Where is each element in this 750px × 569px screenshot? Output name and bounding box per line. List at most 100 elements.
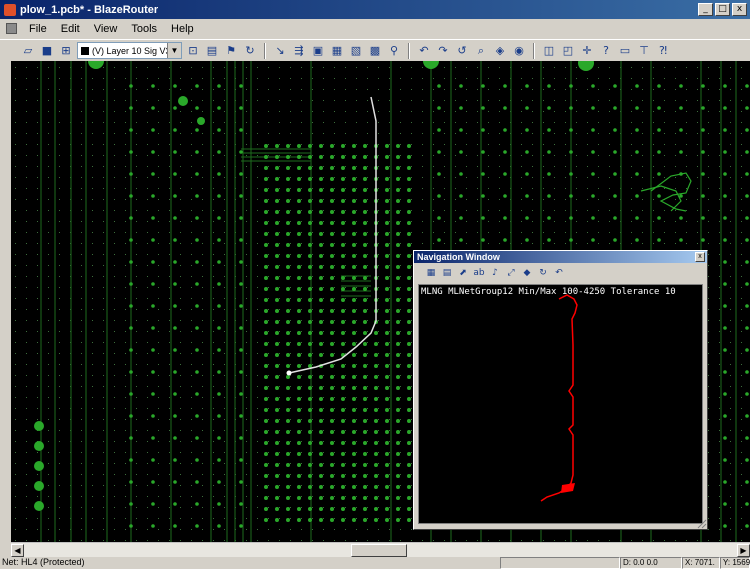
pcb-via [723, 304, 727, 308]
pcb-via [613, 238, 617, 242]
grid-dot [411, 463, 412, 464]
pcb-via [352, 144, 356, 148]
grid-dot [367, 287, 368, 288]
restore-button[interactable]: □ [715, 3, 730, 16]
route-icon[interactable]: ↘ [272, 43, 288, 59]
grid-dot [334, 507, 335, 508]
open-folder-icon[interactable]: ▱ [20, 43, 36, 59]
grid-dot [367, 408, 368, 409]
grid-dot [103, 188, 104, 189]
grid-dot [224, 188, 225, 189]
view-icon[interactable]: ◉ [511, 43, 527, 59]
nav-board-icon[interactable]: ▦ [424, 266, 438, 280]
grid-dot [466, 540, 467, 541]
resize-grip-icon[interactable] [695, 517, 707, 529]
redo-icon[interactable]: ↷ [435, 43, 451, 59]
grid-dot [708, 529, 709, 530]
pcb-via [297, 144, 301, 148]
fanout-icon[interactable]: ⇶ [291, 43, 307, 59]
navigation-window[interactable]: Navigation Window x ▦ ▤ ⬈ ab ♪ ⤢ ◆ ↻ ↶ M… [413, 250, 708, 530]
menu-view[interactable]: View [89, 21, 123, 37]
zoom-fit-icon[interactable]: ◈ [492, 43, 508, 59]
pcb-via [286, 474, 290, 478]
undo-icon[interactable]: ↶ [416, 43, 432, 59]
grid-dot [224, 265, 225, 266]
grid-dot [697, 100, 698, 101]
grid-dot [367, 89, 368, 90]
panel-icon[interactable]: ▭ [617, 43, 633, 59]
layer-properties-icon[interactable]: ⊡ [185, 43, 201, 59]
grid-dot [191, 265, 192, 266]
grid-dot [15, 331, 16, 332]
grid-dot [609, 67, 610, 68]
scroll-right-icon[interactable]: ▶ [737, 544, 750, 557]
grid-dot [334, 188, 335, 189]
menu-tools[interactable]: Tools [126, 21, 162, 37]
grid-dot [367, 518, 368, 519]
nav-route-icon[interactable]: ⬈ [456, 266, 470, 280]
report-icon[interactable]: ▧ [348, 43, 364, 59]
horizontal-scrollbar[interactable]: ◀ ▶ [11, 542, 750, 557]
layer-icon[interactable]: ▣ [310, 43, 326, 59]
grid-dot [411, 375, 412, 376]
board-icon[interactable]: ▦ [329, 43, 345, 59]
nav-refresh-icon[interactable]: ↻ [536, 266, 550, 280]
table-icon[interactable]: ▤ [204, 43, 220, 59]
grid-dot [26, 507, 27, 508]
nav-undo-icon[interactable]: ↶ [552, 266, 566, 280]
grid-icon[interactable]: ▩ [367, 43, 383, 59]
pcb-via [297, 188, 301, 192]
grid-dot [367, 100, 368, 101]
menu-file[interactable]: File [24, 21, 52, 37]
nav-length-icon[interactable]: ⤢ [504, 266, 518, 280]
close-button[interactable]: x [732, 3, 747, 16]
grid-dot [125, 254, 126, 255]
filter-icon[interactable]: ⚲ [386, 43, 402, 59]
menu-help[interactable]: Help [166, 21, 199, 37]
refresh-icon[interactable]: ↺ [454, 43, 470, 59]
grid-dot [202, 408, 203, 409]
zoom-icon[interactable]: ⌕ [473, 43, 489, 59]
grid-dot [202, 452, 203, 453]
grid-dot [114, 265, 115, 266]
flag-icon[interactable]: ⚑ [223, 43, 239, 59]
grid-dot [576, 122, 577, 123]
navigation-close-button[interactable]: x [695, 252, 705, 262]
nav-label-icon[interactable]: ab [472, 266, 486, 280]
pcb-via [275, 397, 279, 401]
grid-dot [246, 529, 247, 530]
context-help-icon[interactable]: ⁈ [655, 43, 671, 59]
pin-icon[interactable]: ⊤ [636, 43, 652, 59]
grid-dot [499, 100, 500, 101]
grid-dot [576, 89, 577, 90]
nav-color-icon[interactable]: ◆ [520, 266, 534, 280]
grid-dot [675, 100, 676, 101]
nav-layer-icon[interactable]: ▤ [440, 266, 454, 280]
title-bar[interactable]: plow_1.pcb* - BlazeRouter _ □ x [0, 0, 750, 19]
scroll-left-icon[interactable]: ◀ [11, 544, 24, 557]
rotate-icon[interactable]: ↻ [242, 43, 258, 59]
print-icon[interactable]: ⊞ [58, 43, 74, 59]
document-menu-icon[interactable] [6, 23, 17, 34]
crosshair-icon[interactable]: ✛ [579, 43, 595, 59]
layer-select[interactable]: (V) Layer 10 Sig V3 ▼ [77, 42, 182, 59]
grid-dot [246, 78, 247, 79]
chevron-down-icon[interactable]: ▼ [167, 43, 181, 58]
grid-dot [257, 155, 258, 156]
grid-dot [202, 210, 203, 211]
navigation-window-title[interactable]: Navigation Window x [414, 251, 707, 263]
menu-edit[interactable]: Edit [56, 21, 85, 37]
save-icon[interactable]: ■ [39, 43, 55, 59]
grid-dot [103, 67, 104, 68]
pcb-via [385, 496, 389, 500]
grid-dot [730, 485, 731, 486]
pcb-via [195, 480, 199, 484]
window-icon[interactable]: ◰ [560, 43, 576, 59]
minimize-button[interactable]: _ [698, 3, 713, 16]
navigation-canvas[interactable]: MLNG MLNetGroup12 Min/Max 100-4250 Toler… [418, 284, 703, 524]
grid-dot [202, 342, 203, 343]
help-icon[interactable]: ? [598, 43, 614, 59]
layers-icon[interactable]: ◫ [541, 43, 557, 59]
scroll-thumb[interactable] [351, 544, 407, 557]
nav-tune-icon[interactable]: ♪ [488, 266, 502, 280]
